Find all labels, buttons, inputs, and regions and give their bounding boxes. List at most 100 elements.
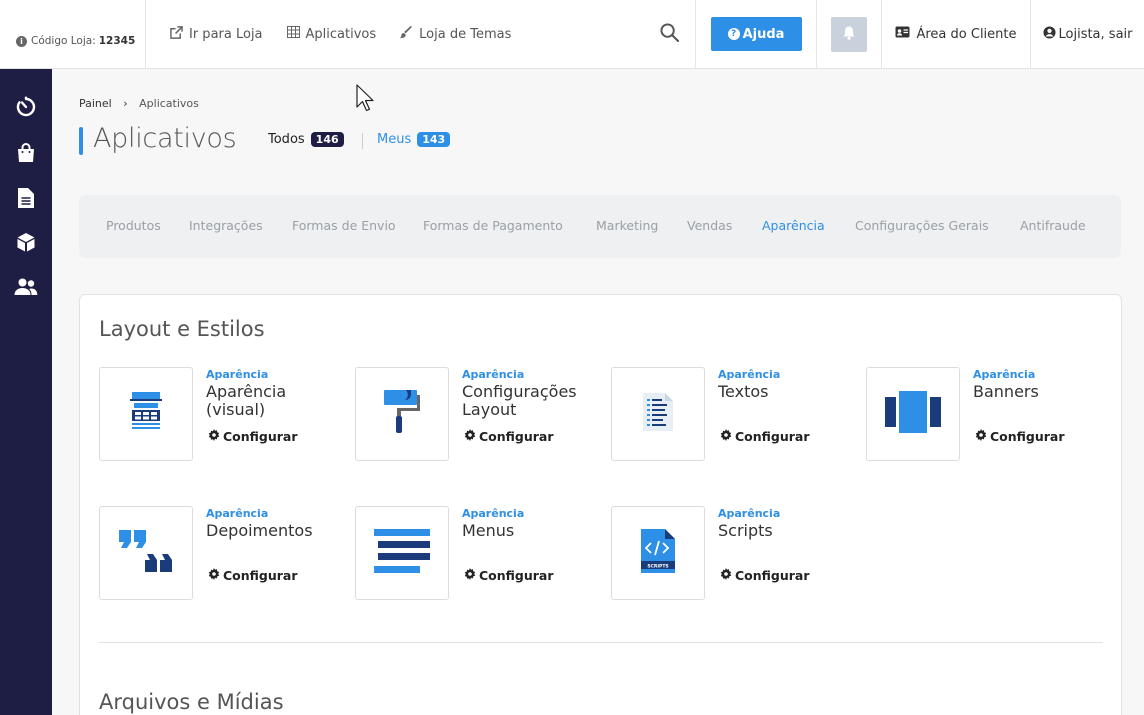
notifications-button[interactable] (831, 16, 867, 52)
top-bar: i Código Loja: 12345 Ir para Loja Aplica… (0, 0, 1144, 69)
svg-text:SCRIPTS: SCRIPTS (647, 564, 668, 570)
search-button[interactable] (643, 0, 695, 68)
tab-marketing[interactable]: Marketing (596, 218, 658, 233)
configure-button[interactable]: Configurar (720, 429, 810, 444)
tab-formas-de-pagamento[interactable]: Formas de Pagamento (423, 218, 563, 233)
app-card-scripts: SCRIPTS Aparência Scripts Configurar (611, 506, 851, 601)
document-icon (18, 188, 34, 212)
app-thumb[interactable] (611, 367, 705, 461)
user-circle-icon (1042, 25, 1056, 43)
filter-mine-count: 143 (417, 132, 451, 147)
breadcrumb-current: Aplicativos (139, 97, 199, 110)
app-card-configuracoes-layout: Aparência Configurações Layout Configura… (355, 367, 595, 462)
app-category: Aparência (206, 507, 269, 520)
tab-configuracoes-gerais[interactable]: Configurações Gerais (855, 218, 989, 233)
main-content: Painel › Aplicativos Aplicativos Todos 1… (52, 69, 1144, 715)
app-category: Aparência (973, 368, 1036, 381)
tab-produtos[interactable]: Produtos (106, 218, 161, 233)
question-icon: ? (727, 28, 740, 40)
filter-divider (362, 133, 363, 149)
app-category: Aparência (206, 368, 269, 381)
apps-link[interactable]: Aplicativos (286, 26, 377, 42)
theme-store-link[interactable]: Loja de Temas (400, 25, 511, 43)
sidebar-item-products[interactable] (0, 229, 52, 259)
app-thumb[interactable] (866, 367, 960, 461)
app-thumb[interactable] (355, 506, 449, 600)
configure-label: Configurar (735, 429, 810, 444)
go-to-store-link[interactable]: Ir para Loja (170, 25, 263, 43)
user-label: Lojista, sair (1058, 26, 1133, 42)
menu-lines-icon (374, 529, 430, 577)
gear-icon (208, 568, 220, 583)
store-code: i Código Loja: 12345 (0, 0, 146, 68)
filter-all-count: 146 (310, 132, 344, 147)
sidebar (0, 69, 52, 715)
configure-button[interactable]: Configurar (208, 429, 298, 444)
info-icon: i (16, 35, 27, 47)
help-button[interactable]: ? Ajuda (710, 17, 802, 51)
tab-vendas[interactable]: Vendas (687, 218, 732, 233)
app-thumb[interactable] (355, 367, 449, 461)
app-thumb[interactable] (99, 367, 193, 461)
sidebar-item-customers[interactable] (0, 274, 52, 304)
configure-button[interactable]: Configurar (208, 568, 298, 583)
page-title: Aplicativos (93, 123, 237, 154)
tab-formas-de-envio[interactable]: Formas de Envio (292, 218, 396, 233)
app-thumb[interactable] (99, 506, 193, 600)
sidebar-item-dashboard[interactable] (0, 94, 52, 124)
store-code-label: Código Loja: (31, 35, 96, 47)
app-thumb[interactable]: SCRIPTS (611, 506, 705, 600)
configure-button[interactable]: Configurar (975, 429, 1065, 444)
id-card-icon (895, 26, 910, 42)
users-icon (14, 278, 38, 300)
client-area-label: Área do Cliente (916, 26, 1017, 42)
banner-slides-icon (885, 391, 941, 437)
category-tabs: Produtos Integrações Formas de Envio For… (79, 195, 1121, 258)
configure-button[interactable]: Configurar (464, 429, 554, 444)
app-name: Depoimentos (206, 521, 313, 540)
tab-aparencia[interactable]: Aparência (762, 218, 825, 233)
app-card-textos: Aparência Textos Configurar (611, 367, 851, 462)
app-card-banners: Aparência Banners Configurar (866, 367, 1106, 462)
sidebar-item-pages[interactable] (0, 185, 52, 215)
sidebar-item-orders[interactable] (0, 140, 52, 170)
gear-icon (464, 568, 476, 583)
app-name: Aparência (visual) (206, 382, 287, 419)
filter-mine[interactable]: Meus 143 (377, 132, 451, 147)
app-category: Aparência (462, 507, 525, 520)
app-card-menus: Aparência Menus Configurar (355, 506, 595, 601)
filter-all[interactable]: Todos 146 (268, 132, 344, 147)
quotes-icon (119, 530, 173, 576)
filter-mine-label: Meus (377, 132, 412, 147)
app-card-depoimentos: Aparência Depoimentos Configurar (99, 506, 339, 601)
filter-all-label: Todos (268, 132, 305, 147)
go-to-store-label: Ir para Loja (189, 26, 263, 42)
search-icon (659, 22, 679, 46)
paint-brush-icon (400, 25, 413, 43)
user-logout-link[interactable]: Lojista, sair (1031, 0, 1144, 68)
configure-label: Configurar (223, 568, 298, 583)
configure-button[interactable]: Configurar (720, 568, 810, 583)
app-name: Textos (718, 382, 769, 401)
section-title-files: Arquivos e Mídias (99, 690, 284, 714)
configure-button[interactable]: Configurar (464, 568, 554, 583)
apps-label: Aplicativos (305, 26, 377, 42)
shopping-bag-icon (17, 143, 35, 167)
section-title-layout: Layout e Estilos (99, 317, 265, 341)
paint-roller-icon (384, 390, 420, 438)
gear-icon (720, 429, 732, 444)
code-file-icon: SCRIPTS (641, 529, 675, 577)
app-name: Menus (462, 521, 515, 540)
app-category: Aparência (718, 368, 781, 381)
section-divider (99, 642, 1103, 643)
grid-icon (286, 26, 300, 42)
tab-integracoes[interactable]: Integrações (189, 218, 263, 233)
timer-icon (15, 96, 37, 122)
tab-antifraude[interactable]: Antifraude (1020, 218, 1086, 233)
breadcrumb-root[interactable]: Painel (79, 97, 112, 110)
title-accent-bar (79, 127, 83, 155)
app-name: Scripts (718, 521, 773, 540)
app-name: Banners (973, 382, 1039, 401)
client-area-link[interactable]: Área do Cliente (882, 0, 1030, 68)
app-category: Aparência (462, 368, 525, 381)
